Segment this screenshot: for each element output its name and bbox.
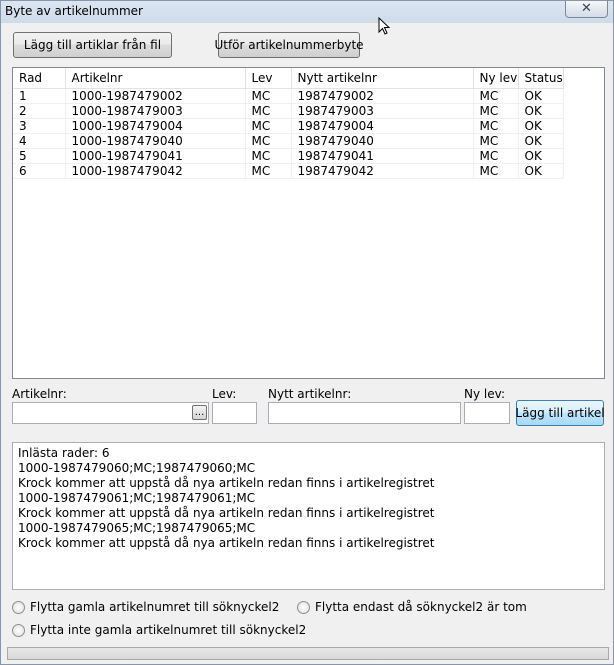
dont-move-label: Flytta inte gamla artikelnumret till sök…: [30, 623, 307, 637]
cell-ny-lev: MC: [473, 163, 519, 179]
cell-nytt-artikelnr: 1987479040: [291, 133, 474, 149]
radio-button[interactable]: [297, 600, 310, 614]
close-icon: ✕: [581, 1, 592, 16]
nytt-artikelnr-input[interactable]: [268, 402, 461, 424]
title-bar: Byte av artikelnummer ✕: [1, 1, 613, 23]
log-line: 1000-1987479060;MC;1987479060;MC: [18, 461, 256, 475]
artikelnr-input[interactable]: [12, 402, 209, 424]
window-title: Byte av artikelnummer: [5, 4, 143, 18]
table-row[interactable]: 4 1000-1987479040 MC 1987479040 MC OK: [13, 133, 564, 149]
lev-input[interactable]: [212, 402, 257, 424]
log-line: 1000-1987479065;MC;1987479065;MC: [18, 521, 256, 535]
move-if-empty-label: Flytta endast då söknyckel2 är tom: [315, 600, 527, 614]
lev-label: Lev:: [212, 387, 237, 401]
main-window: Byte av artikelnummer ✕ Lägg till artikl…: [0, 0, 614, 665]
cell-rad: 4: [13, 133, 66, 149]
cell-status: OK: [518, 88, 564, 104]
browse-article-button[interactable]: ...: [192, 405, 207, 420]
nytt-artikelnr-label: Nytt artikelnr:: [268, 387, 352, 401]
cell-ny-lev: MC: [473, 103, 519, 119]
cell-ny-lev: MC: [473, 118, 519, 134]
table-row[interactable]: 5 1000-1987479041 MC 1987479041 MC OK: [13, 148, 564, 164]
cell-status: OK: [518, 103, 564, 119]
column-header-artikelnr[interactable]: Artikelnr: [65, 68, 246, 89]
cell-rad: 1: [13, 88, 66, 104]
cell-artikelnr: 1000-1987479003: [65, 103, 246, 119]
cell-lev: MC: [245, 88, 292, 104]
cell-artikelnr: 1000-1987479002: [65, 88, 246, 104]
log-line: Krock kommer att uppstå då nya artikeln …: [18, 476, 435, 490]
log-line: Krock kommer att uppstå då nya artikeln …: [18, 506, 435, 520]
horizontal-scrollbar[interactable]: [7, 647, 609, 660]
article-grid[interactable]: Rad Artikelnr Lev Nytt artikelnr Ny lev …: [12, 67, 605, 379]
mouse-pointer-icon: [378, 17, 390, 35]
dont-move-option[interactable]: Flytta inte gamla artikelnumret till sök…: [12, 623, 306, 637]
add-article-label: Lägg till artikel: [515, 406, 605, 420]
table-row[interactable]: 3 1000-1987479004 MC 1987479004 MC OK: [13, 118, 564, 134]
radio-button[interactable]: [12, 623, 25, 637]
cell-lev: MC: [245, 148, 292, 164]
cell-nytt-artikelnr: 1987479003: [291, 103, 474, 119]
log-line: Inlästa rader: 6: [18, 446, 110, 460]
table-row[interactable]: 1 1000-1987479002 MC 1987479002 MC OK: [13, 88, 564, 104]
radio-button[interactable]: [12, 600, 25, 614]
cell-ny-lev: MC: [473, 88, 519, 104]
article-table: Rad Artikelnr Lev Nytt artikelnr Ny lev …: [13, 68, 564, 179]
ny-lev-input[interactable]: [464, 402, 510, 424]
add-article-button[interactable]: Lägg till artikel: [515, 400, 605, 426]
cell-status: OK: [518, 133, 564, 149]
cell-artikelnr: 1000-1987479004: [65, 118, 246, 134]
ny-lev-label: Ny lev:: [464, 387, 506, 401]
log-line: Krock kommer att uppstå då nya artikeln …: [18, 536, 435, 550]
artikelnr-label: Artikelnr:: [12, 387, 67, 401]
cell-artikelnr: 1000-1987479042: [65, 163, 246, 179]
run-swap-button[interactable]: Utför artikelnummerbyte: [214, 32, 364, 58]
ellipsis-icon: ...: [194, 406, 205, 418]
table-row[interactable]: 2 1000-1987479003 MC 1987479003 MC OK: [13, 103, 564, 119]
column-header-status[interactable]: Status: [518, 68, 564, 89]
move-old-label: Flytta gamla artikelnumret till söknycke…: [30, 600, 280, 614]
cell-artikelnr: 1000-1987479040: [65, 133, 246, 149]
column-header-nytt-artikelnr[interactable]: Nytt artikelnr: [291, 68, 474, 89]
cell-lev: MC: [245, 163, 292, 179]
cell-nytt-artikelnr: 1987479041: [291, 148, 474, 164]
cell-lev: MC: [245, 103, 292, 119]
cell-rad: 5: [13, 148, 66, 164]
cell-status: OK: [518, 163, 564, 179]
cell-rad: 2: [13, 103, 66, 119]
cell-status: OK: [518, 118, 564, 134]
run-swap-label: Utför artikelnummerbyte: [214, 38, 364, 52]
add-from-file-label: Lägg till artiklar från fil: [23, 38, 162, 52]
log-line: 1000-1987479061;MC;1987479061;MC: [18, 491, 256, 505]
cell-nytt-artikelnr: 1987479004: [291, 118, 474, 134]
cell-artikelnr: 1000-1987479041: [65, 148, 246, 164]
column-header-ny-lev[interactable]: Ny lev: [473, 68, 519, 89]
cell-lev: MC: [245, 118, 292, 134]
move-if-empty-option[interactable]: Flytta endast då söknyckel2 är tom: [297, 600, 527, 614]
header-row: Rad Artikelnr Lev Nytt artikelnr Ny lev …: [13, 68, 564, 89]
table-row[interactable]: 6 1000-1987479042 MC 1987479042 MC OK: [13, 163, 564, 179]
column-header-lev[interactable]: Lev: [245, 68, 292, 89]
move-old-option[interactable]: Flytta gamla artikelnumret till söknycke…: [12, 600, 279, 614]
cell-nytt-artikelnr: 1987479002: [291, 88, 474, 104]
close-button[interactable]: ✕: [565, 1, 608, 18]
column-header-rad[interactable]: Rad: [13, 68, 66, 89]
cell-ny-lev: MC: [473, 148, 519, 164]
import-log[interactable]: Inlästa rader: 6 1000-1987479060;MC;1987…: [12, 442, 605, 590]
cell-status: OK: [518, 148, 564, 164]
cell-nytt-artikelnr: 1987479042: [291, 163, 474, 179]
add-from-file-button[interactable]: Lägg till artiklar från fil: [13, 32, 172, 58]
cell-rad: 6: [13, 163, 66, 179]
cell-lev: MC: [245, 133, 292, 149]
cell-ny-lev: MC: [473, 133, 519, 149]
cell-rad: 3: [13, 118, 66, 134]
